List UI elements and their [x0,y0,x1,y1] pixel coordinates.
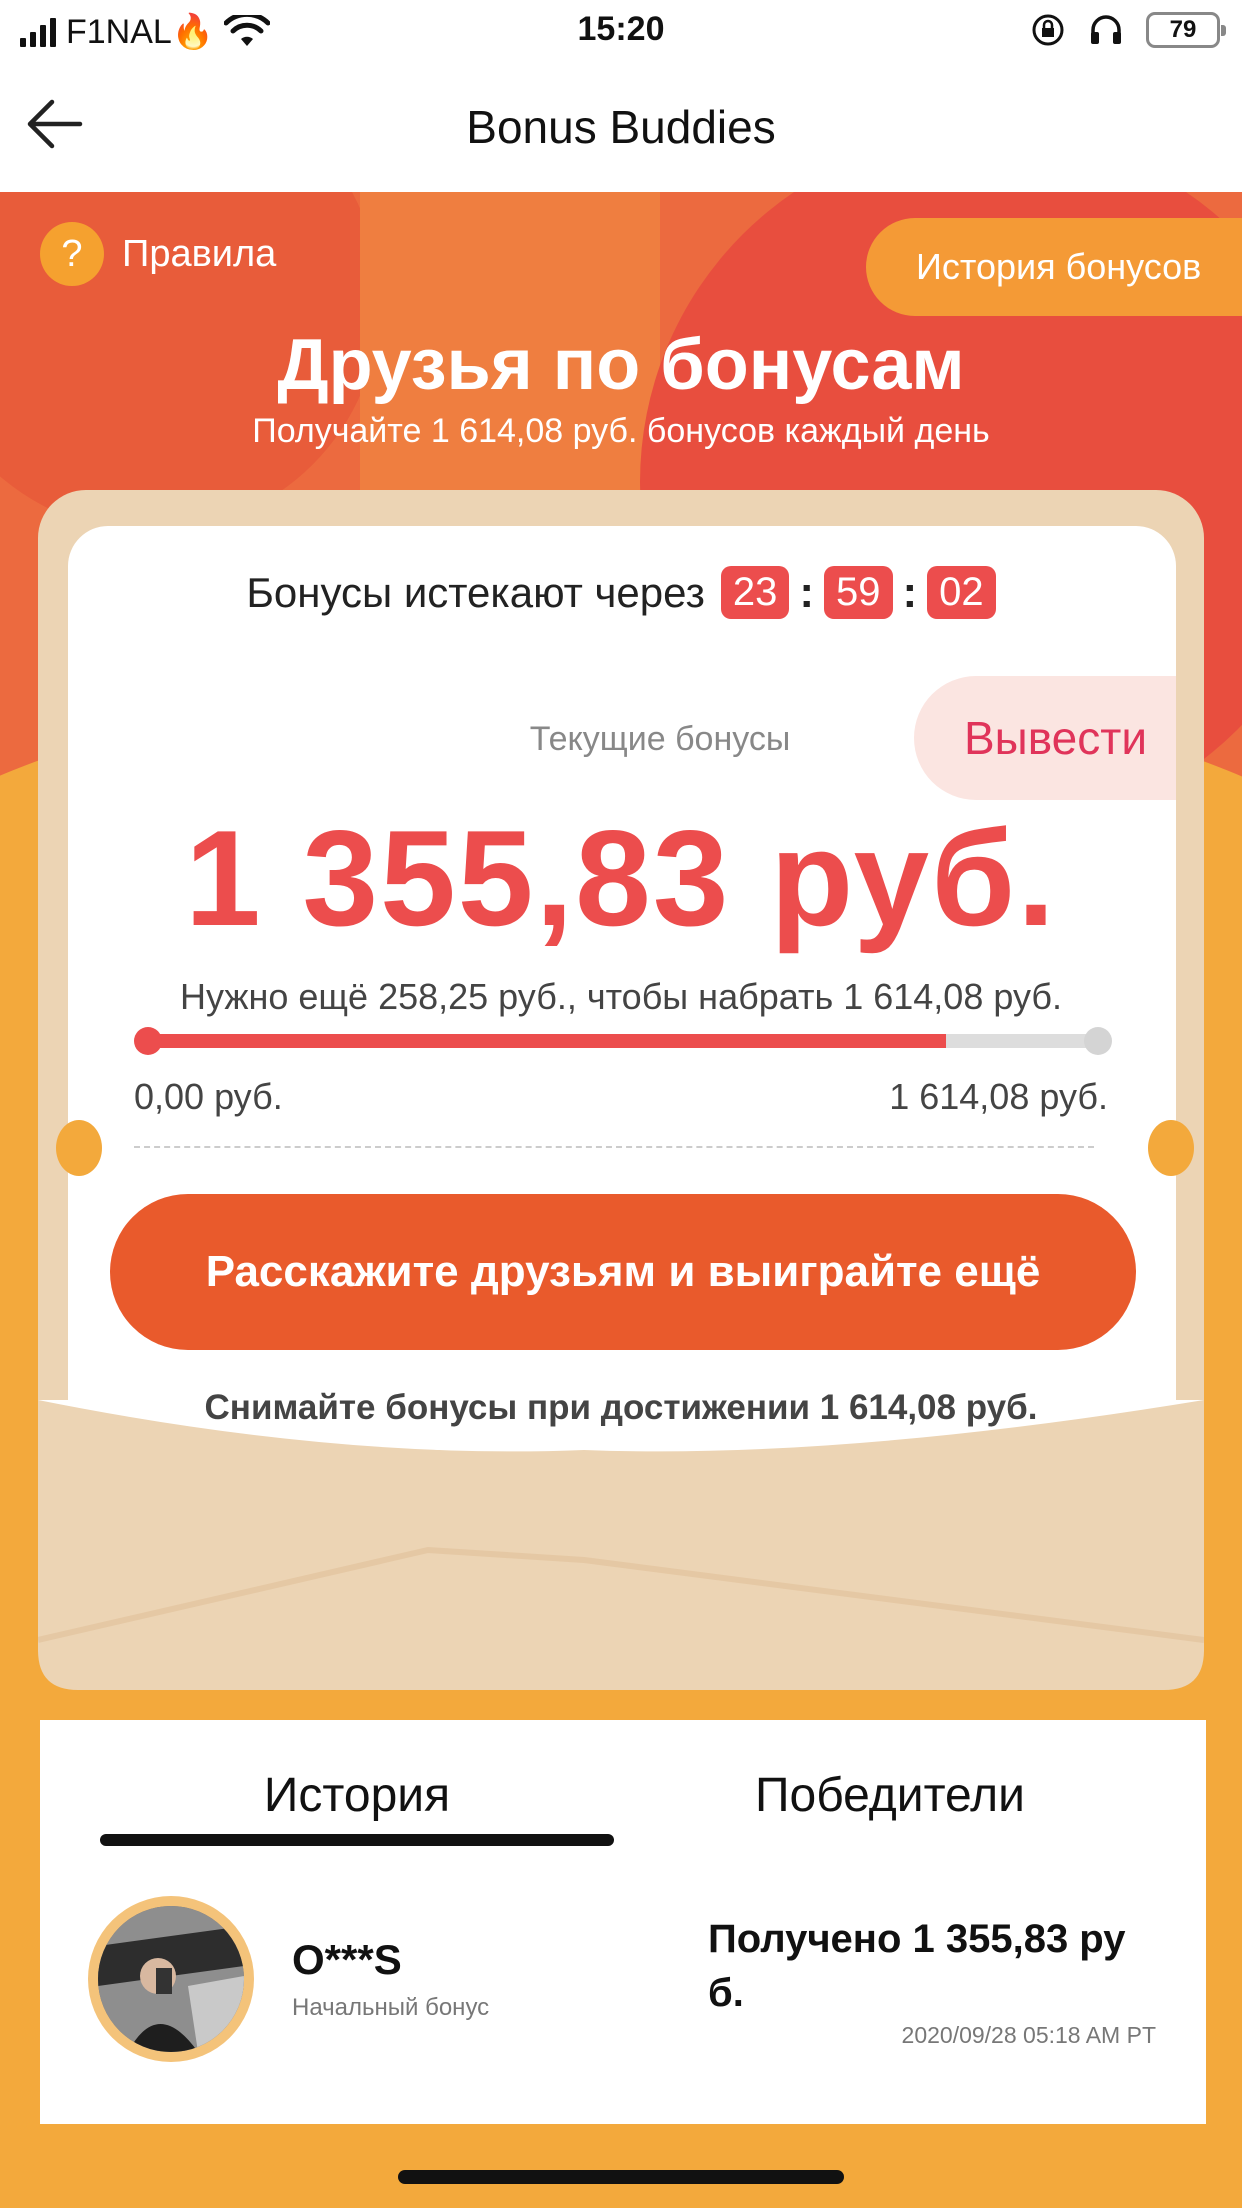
hero-subtitle: Получайте 1 614,08 руб. бонусов каждый д… [252,412,990,450]
rules-link[interactable]: ? Правила [40,222,276,286]
timer-hours: 23 [720,566,790,619]
navigation-bar: Bonus Buddies [0,62,1242,192]
progress-end-dot [1084,1027,1112,1055]
rules-label: Правила [122,232,277,275]
bonus-progress-bar [148,1034,1098,1048]
bonus-type: Начальный бонус [292,1994,490,2021]
withdraw-button[interactable]: Вывести [914,676,1176,800]
home-indicator [398,2170,844,2184]
battery-level: 79 [1169,16,1197,43]
remaining-needed-text: Нужно ещё 258,25 руб., чтобы набрать 1 6… [180,976,1062,1017]
card-notch-left [56,1120,102,1176]
user-photo [98,1906,244,2052]
progress-fill [148,1034,946,1048]
envelope-flap [38,1400,1204,1690]
hero-title: Друзья по бонусам [277,325,965,405]
withdraw-condition-note: Снимайте бонусы при достижении 1 614,08 … [204,1388,1038,1427]
progress-start-dot [134,1027,162,1055]
active-tab-indicator [100,1834,614,1846]
rotation-lock-icon [1032,14,1064,46]
status-bar: F1NAL🔥 15:20 79 [0,0,1242,62]
share-with-friends-button[interactable]: Расскажите друзьям и выиграйте ещё [110,1194,1136,1350]
bonus-history-button[interactable]: История бонусов [866,218,1242,316]
battery-indicator: 79 [1146,12,1226,48]
progress-max-label: 1 614,08 руб. [889,1076,1108,1117]
divider [134,1146,1094,1148]
received-amount: Получено 1 355,83 ру б. [708,1917,1126,2015]
headphones-icon [1091,15,1121,44]
bonus-amount: 1 355,83 руб. [185,802,1057,954]
timer-label: Бонусы истекают через [246,568,705,616]
question-icon: ? [40,222,104,286]
timer-seconds: 02 [927,566,996,619]
tab-history[interactable]: История [100,1768,614,1823]
user-name: O***S [292,1936,402,1983]
expiry-timer: Бонусы истекают через 23 : 59 : 02 [0,566,1242,619]
timestamp: 2020/09/28 05:18 AM PT [901,2022,1156,2048]
card-notch-right [1148,1120,1194,1176]
tab-winners[interactable]: Победители [640,1768,1140,1823]
avatar [88,1896,254,2062]
current-bonus-label: Текущие бонусы [529,720,791,758]
timer-minutes: 59 [824,566,893,619]
page-title: Bonus Buddies [466,101,776,153]
progress-min-label: 0,00 руб. [134,1076,283,1117]
